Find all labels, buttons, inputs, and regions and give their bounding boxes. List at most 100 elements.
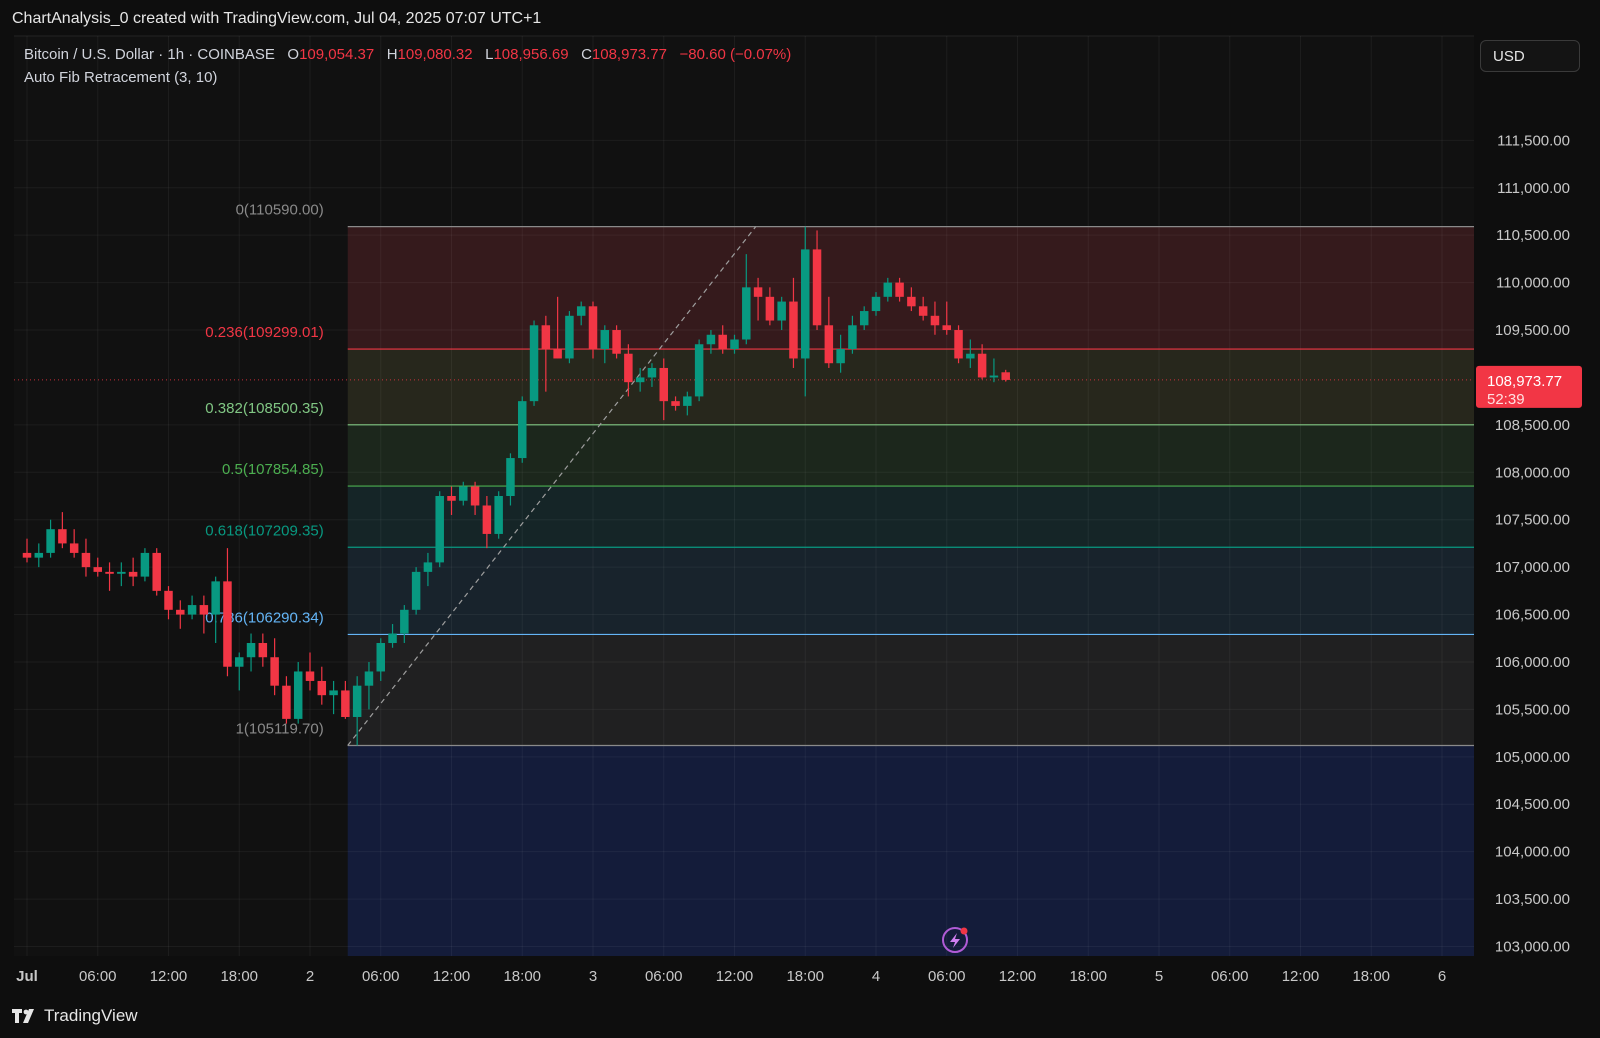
candle-body[interactable] [859, 311, 869, 326]
candle-body[interactable] [942, 325, 951, 331]
candle-body[interactable] [871, 296, 881, 312]
candle-body[interactable] [258, 643, 268, 658]
candle-body[interactable] [836, 348, 845, 364]
price-axis-label: 104,500.00 [1495, 796, 1570, 813]
candle-body[interactable] [789, 301, 798, 359]
candle-body[interactable] [801, 249, 810, 359]
candle-body[interactable] [423, 562, 433, 572]
candle-body[interactable] [34, 552, 44, 558]
candle-body[interactable] [694, 344, 704, 397]
candle-body[interactable] [907, 296, 916, 307]
candle-body[interactable] [565, 315, 574, 359]
candle-body[interactable] [81, 552, 91, 568]
candle-body[interactable] [341, 690, 350, 717]
candle-body[interactable] [1001, 372, 1010, 380]
candle-body[interactable] [317, 680, 327, 696]
candle-body[interactable] [824, 325, 834, 364]
candle-body[interactable] [128, 571, 138, 577]
symbol-name[interactable]: Bitcoin / U.S. Dollar · 1h · COINBASE [24, 46, 275, 63]
currency-button[interactable]: USD [1480, 40, 1580, 72]
tradingview-logo[interactable]: TradingView [12, 1006, 138, 1026]
price-axis[interactable] [1476, 36, 1600, 956]
candle-body[interactable] [848, 325, 857, 349]
candle-body[interactable] [176, 609, 185, 615]
candle-body[interactable] [671, 401, 680, 406]
candle-body[interactable] [282, 685, 291, 719]
candle-body[interactable] [470, 486, 480, 506]
candle-body[interactable] [895, 282, 904, 297]
candle-body[interactable] [447, 496, 456, 501]
candle-body[interactable] [518, 401, 527, 459]
candle-body[interactable] [305, 671, 315, 681]
candle-body[interactable] [777, 301, 786, 321]
candle-body[interactable] [69, 543, 79, 553]
candle-body[interactable] [718, 334, 727, 349]
candle-body[interactable] [223, 581, 232, 667]
price-axis-label: 110,500.00 [1496, 227, 1570, 244]
candle-body[interactable] [529, 325, 539, 402]
candle-body[interactable] [966, 353, 975, 359]
price-chart[interactable]: 0(110590.00) 0.236(109299.01) 0.382(108500… [0, 0, 1600, 1038]
candle-body[interactable] [411, 571, 421, 610]
indicator-legend[interactable]: Auto Fib Retracement (3, 10) [24, 69, 217, 86]
candle-body[interactable] [270, 657, 279, 686]
candle-body[interactable] [199, 605, 209, 615]
candle-body[interactable] [246, 643, 256, 658]
fib-level-label: 0.618(107209.35) [205, 522, 323, 539]
candle-body[interactable] [753, 287, 763, 297]
candle-body[interactable] [742, 287, 751, 340]
candle-body[interactable] [211, 581, 220, 615]
time-axis-label: 2 [306, 968, 314, 985]
candle-body[interactable] [22, 552, 32, 558]
candle-body[interactable] [364, 671, 374, 686]
candle-body[interactable] [576, 306, 586, 316]
candle-body[interactable] [329, 690, 338, 696]
candle-body[interactable] [187, 605, 197, 615]
candle-body[interactable] [140, 552, 150, 577]
candle-body[interactable] [400, 609, 409, 634]
candle-body[interactable] [293, 671, 303, 719]
candle-body[interactable] [93, 567, 102, 572]
candle-body[interactable] [612, 330, 621, 354]
candle-body[interactable] [706, 334, 716, 345]
candle-body[interactable] [883, 282, 893, 297]
candle-body[interactable] [812, 249, 822, 326]
candle-body[interactable] [918, 306, 928, 316]
candle-body[interactable] [46, 529, 55, 553]
candle-body[interactable] [164, 590, 173, 610]
price-axis-label: 107,000.00 [1495, 559, 1570, 576]
candle-body[interactable] [765, 296, 775, 321]
candle-body[interactable] [624, 353, 633, 383]
candle-body[interactable] [105, 571, 114, 574]
candle-body[interactable] [388, 633, 397, 644]
candle-body[interactable] [647, 367, 657, 378]
candle-body[interactable] [482, 505, 492, 534]
candle-body[interactable] [954, 330, 963, 359]
candle-body[interactable] [989, 375, 999, 378]
candle-body[interactable] [635, 377, 645, 383]
candle-body[interactable] [235, 657, 244, 667]
candle-body[interactable] [600, 330, 610, 349]
notification-dot-icon [960, 927, 968, 935]
candle-body[interactable] [659, 367, 668, 402]
candle-body[interactable] [352, 685, 362, 717]
candle-body[interactable] [376, 643, 385, 672]
candle-body[interactable] [459, 486, 468, 501]
candle-body[interactable] [117, 571, 126, 574]
candle-body[interactable] [930, 315, 940, 326]
fib-zone [347, 349, 1474, 425]
candle-body[interactable] [588, 306, 598, 349]
price-axis-label: 109,500.00 [1495, 322, 1570, 339]
candle-body[interactable] [506, 458, 515, 496]
last-price-value: 108,973.77 [1487, 373, 1562, 390]
candle-body[interactable] [152, 552, 161, 591]
candle-body[interactable] [541, 325, 551, 349]
open-label: O [287, 46, 300, 63]
candle-body[interactable] [494, 496, 503, 534]
candle-body[interactable] [730, 339, 739, 349]
candle-body[interactable] [435, 496, 444, 563]
candle-body[interactable] [977, 353, 987, 378]
candle-body[interactable] [683, 396, 692, 406]
candle-body[interactable] [58, 529, 67, 544]
candle-body[interactable] [553, 348, 562, 359]
